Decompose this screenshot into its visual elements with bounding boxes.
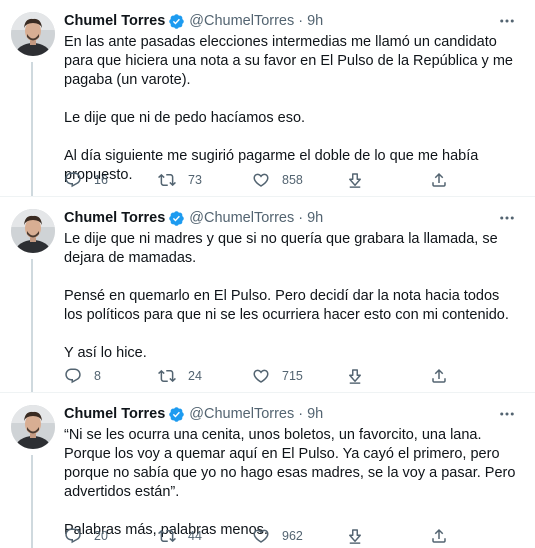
like-count: 962	[282, 529, 303, 543]
display-name[interactable]: Chumel Torres	[64, 11, 165, 31]
tweet-header: Chumel Torres @ChumelTorres · 9h	[64, 208, 323, 228]
reply-button[interactable]: 8	[64, 366, 101, 386]
tweet[interactable]: Chumel Torres @ChumelTorres · 9h “Ni se …	[0, 393, 535, 548]
like-count: 858	[282, 173, 303, 187]
retweet-count: 24	[188, 369, 202, 383]
separator-dot: ·	[298, 406, 304, 422]
avatar[interactable]	[11, 209, 55, 253]
download-icon	[346, 171, 364, 189]
download-button[interactable]	[346, 366, 364, 386]
download-icon	[346, 367, 364, 385]
user-handle[interactable]: @ChumelTorres	[189, 208, 294, 228]
retweet-icon	[158, 527, 176, 545]
reply-icon	[64, 527, 82, 545]
retweet-button[interactable]: 73	[158, 170, 202, 190]
tweet-text: Le dije que ni madres y que si no quería…	[64, 230, 519, 363]
timestamp[interactable]: 9h	[307, 404, 323, 424]
tweet[interactable]: Chumel Torres @ChumelTorres · 9h En las …	[0, 0, 535, 197]
tweet-actions: 8 24 715	[64, 366, 504, 386]
retweet-icon	[158, 171, 176, 189]
display-name[interactable]: Chumel Torres	[64, 404, 165, 424]
timestamp[interactable]: 9h	[307, 11, 323, 31]
reply-count: 16	[94, 173, 108, 187]
tweet-text: En las ante pasadas elecciones intermedi…	[64, 33, 519, 185]
like-button[interactable]: 858	[252, 170, 303, 190]
like-button[interactable]: 962	[252, 526, 303, 546]
tweet-paragraph: En las ante pasadas elecciones intermedi…	[64, 34, 513, 88]
user-handle[interactable]: @ChumelTorres	[189, 404, 294, 424]
heart-icon	[252, 367, 270, 385]
download-button[interactable]	[346, 526, 364, 546]
share-button[interactable]	[430, 366, 448, 386]
retweet-count: 73	[188, 173, 202, 187]
share-icon	[430, 171, 448, 189]
retweet-icon	[158, 367, 176, 385]
retweet-button[interactable]: 24	[158, 366, 202, 386]
download-button[interactable]	[346, 170, 364, 190]
reply-icon	[64, 171, 82, 189]
timestamp[interactable]: 9h	[307, 208, 323, 228]
tweet-paragraph: Pensé en quemarlo en El Pulso. Pero deci…	[64, 288, 509, 323]
share-icon	[430, 367, 448, 385]
more-options-icon[interactable]	[497, 12, 517, 30]
verified-badge-icon	[168, 210, 185, 227]
reply-icon	[64, 367, 82, 385]
like-count: 715	[282, 369, 303, 383]
display-name[interactable]: Chumel Torres	[64, 208, 165, 228]
tweet-paragraph: Le dije que ni madres y que si no quería…	[64, 231, 498, 266]
verified-badge-icon	[168, 406, 185, 423]
avatar[interactable]	[11, 12, 55, 56]
retweet-count: 44	[188, 529, 202, 543]
download-icon	[346, 527, 364, 545]
reply-button[interactable]: 20	[64, 526, 108, 546]
thread-line	[31, 455, 33, 548]
tweet-paragraph: Y así lo hice.	[64, 345, 147, 361]
more-options-icon[interactable]	[497, 405, 517, 423]
reply-count: 20	[94, 529, 108, 543]
retweet-button[interactable]: 44	[158, 526, 202, 546]
tweet-header: Chumel Torres @ChumelTorres · 9h	[64, 404, 323, 424]
share-button[interactable]	[430, 526, 448, 546]
separator-dot: ·	[298, 210, 304, 226]
tweet-paragraph: “Ni se les ocurra una cenita, unos bolet…	[64, 427, 516, 500]
more-options-icon[interactable]	[497, 209, 517, 227]
tweet-actions: 20 44 962	[64, 526, 504, 546]
separator-dot: ·	[298, 13, 304, 29]
tweet-text: “Ni se les ocurra una cenita, unos bolet…	[64, 426, 519, 540]
user-handle[interactable]: @ChumelTorres	[189, 11, 294, 31]
heart-icon	[252, 527, 270, 545]
thread-line	[31, 259, 33, 393]
heart-icon	[252, 171, 270, 189]
avatar[interactable]	[11, 405, 55, 449]
tweet-paragraph: Le dije que ni de pedo hacíamos eso.	[64, 110, 306, 126]
share-button[interactable]	[430, 170, 448, 190]
like-button[interactable]: 715	[252, 366, 303, 386]
share-icon	[430, 527, 448, 545]
thread-line	[31, 62, 33, 197]
verified-badge-icon	[168, 13, 185, 30]
reply-button[interactable]: 16	[64, 170, 108, 190]
tweet[interactable]: Chumel Torres @ChumelTorres · 9h Le dije…	[0, 197, 535, 393]
reply-count: 8	[94, 369, 101, 383]
tweet-header: Chumel Torres @ChumelTorres · 9h	[64, 11, 323, 31]
tweet-actions: 16 73 858	[64, 170, 504, 190]
